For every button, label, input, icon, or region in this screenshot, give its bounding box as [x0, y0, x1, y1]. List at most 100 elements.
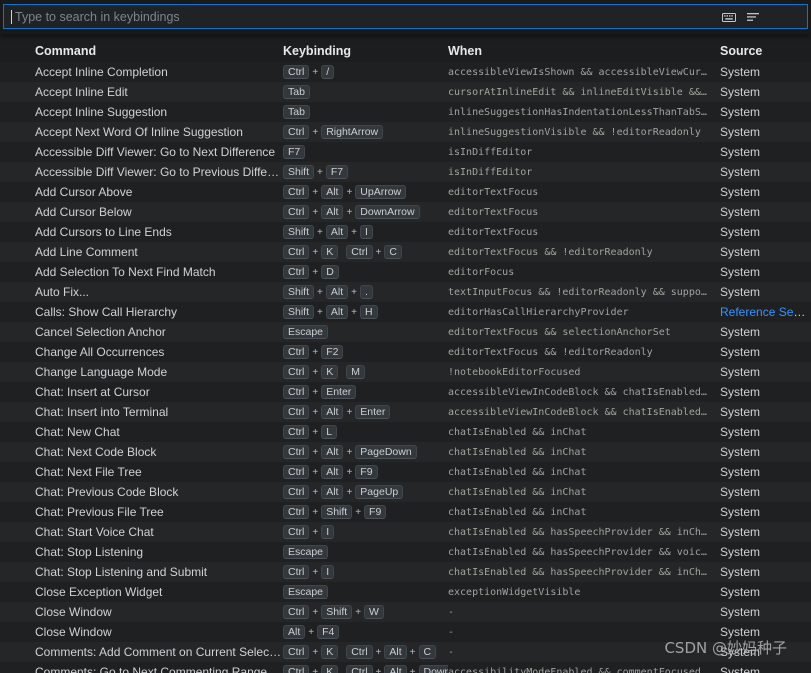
- keybindings-row[interactable]: Chat: Previous File Tree Ctrl + Shift + F9 cha…: [0, 502, 811, 522]
- keybindings-row[interactable]: Add Cursor Below Ctrl + Alt + DownArrow editor…: [0, 202, 811, 222]
- source-label: System: [720, 345, 761, 359]
- keybindings-row[interactable]: Change Language Mode Ctrl + K M !notebookEdit…: [0, 362, 811, 382]
- keybindings-row[interactable]: Chat: Stop Listening and Submit Ctrl + Icha…: [0, 562, 811, 582]
- key-separator: +: [351, 226, 357, 238]
- keybindings-row[interactable]: Chat: Insert into Terminal Ctrl + Alt + Enter…: [0, 402, 811, 422]
- key-separator: +: [312, 386, 319, 398]
- when-cell: chatIsEnabled && inChat: [448, 426, 587, 438]
- keybindings-row[interactable]: Close Exception Widget Escape exceptionWid…: [0, 582, 811, 602]
- keybindings-row[interactable]: Accept Inline Edit Tab cursorAtInlineEdit …: [0, 82, 811, 102]
- keybindings-row[interactable]: Accessible Diff Viewer: Go to Next Diffe…: [0, 142, 811, 162]
- keycap: Enter: [355, 405, 391, 419]
- keybindings-row[interactable]: Accept Inline Suggestion Tab inlineSuggest…: [0, 102, 811, 122]
- when-cell: editorHasCallHierarchyProvider: [448, 306, 629, 318]
- key-separator: +: [351, 286, 357, 298]
- sort-by-precedence-button[interactable]: [743, 7, 763, 27]
- keybinding-cell: Ctrl + Alt + DownArrow: [283, 205, 448, 219]
- keybindings-search-box[interactable]: Type to search in keybindings: [3, 4, 808, 29]
- keybindings-row[interactable]: Close Window Ctrl + Shift + W - System: [0, 602, 811, 622]
- keybindings-row[interactable]: Cancel Selection Anchor Escape editorTextF…: [0, 322, 811, 342]
- keycap: Shift: [321, 505, 353, 519]
- command-cell: Accessible Diff Viewer: Go to Next Diffe…: [35, 145, 276, 159]
- source-label: System: [720, 585, 761, 599]
- keybindings-row[interactable]: Comments: Go to Next Commenting Range Ctr…: [0, 662, 811, 673]
- when-cell: chatIsEnabled && inChat: [448, 506, 587, 518]
- source-label: System: [720, 645, 761, 659]
- keybinding-cell: Escape: [283, 585, 448, 599]
- command-cell: Chat: Stop Listening: [35, 545, 144, 559]
- keycap: F7: [325, 165, 349, 179]
- key-separator: +: [308, 626, 315, 638]
- keycap: Tab: [283, 85, 310, 99]
- key-separator: +: [317, 286, 323, 298]
- keybinding-cell: F7: [283, 145, 448, 159]
- keybindings-row[interactable]: Chat: Start Voice Chat Ctrl + IchatIsEnable…: [0, 522, 811, 542]
- keybindings-row[interactable]: Calls: Show Call Hierarchy Shift + Alt + Hedi…: [0, 302, 811, 322]
- keycap: /: [321, 65, 335, 79]
- keycap: Ctrl: [283, 605, 310, 619]
- source-label: System: [720, 545, 761, 559]
- key-separator: +: [346, 186, 353, 198]
- key-separator: +: [317, 226, 323, 238]
- when-cell: editorTextFocus && selectionAnchorSet: [448, 326, 671, 338]
- command-cell: Add Selection To Next Find Match: [35, 265, 216, 279]
- when-cell: chatIsEnabled && inChat: [448, 486, 587, 498]
- keycap: C: [384, 245, 402, 259]
- keybindings-row[interactable]: Add Line Comment Ctrl + K Ctrl + CeditorTextFo…: [0, 242, 811, 262]
- key-separator: +: [355, 606, 362, 618]
- keybindings-row[interactable]: Chat: Previous Code Block Ctrl + Alt + PageUp…: [0, 482, 811, 502]
- when-cell: chatIsEnabled && inChat: [448, 466, 587, 478]
- keybinding-cell: Shift + Alt + I: [283, 225, 448, 239]
- keybindings-row[interactable]: Chat: Next File Tree Ctrl + Alt + F9 chatIsEna…: [0, 462, 811, 482]
- keybindings-row[interactable]: Chat: Stop Listening Escape chatIsEnabled …: [0, 542, 811, 562]
- record-keys-button[interactable]: [719, 7, 739, 27]
- source-cell: System: [720, 405, 811, 419]
- when-cell: editorTextFocus && !editorReadonly: [448, 346, 653, 358]
- keycap: W: [364, 605, 384, 619]
- keybindings-row[interactable]: Accept Inline Completion Ctrl + / accessible…: [0, 62, 811, 82]
- key-separator: +: [375, 246, 382, 258]
- keybindings-row[interactable]: Chat: Insert at Cursor Ctrl + Enter accessib…: [0, 382, 811, 402]
- source-link[interactable]: Reference Search V…: [720, 305, 811, 319]
- source-label: System: [720, 505, 761, 519]
- source-label: System: [720, 605, 761, 619]
- sort-precedence-icon: [747, 12, 759, 21]
- when-cell: !notebookEditorFocused: [448, 366, 581, 378]
- header-when: When: [448, 44, 483, 58]
- keycap: Ctrl: [283, 65, 310, 79]
- keycap: F7: [283, 145, 306, 159]
- source-label: System: [720, 425, 761, 439]
- keybindings-row[interactable]: Add Cursors to Line Ends Shift + Alt + Iedito…: [0, 222, 811, 242]
- keycap: Shift: [283, 285, 315, 299]
- keybindings-row[interactable]: Accept Next Word Of Inline Suggestion Ctr…: [0, 122, 811, 142]
- when-cell: cursorAtInlineEdit && inlineEditVisible …: [448, 86, 720, 98]
- key-separator: +: [375, 646, 382, 658]
- source-label: System: [720, 445, 761, 459]
- keycap: Ctrl: [283, 505, 310, 519]
- keycap: Ctrl: [283, 425, 310, 439]
- keycap: Ctrl: [283, 405, 310, 419]
- keybindings-row[interactable]: Accessible Diff Viewer: Go to Previous D…: [0, 162, 811, 182]
- keybindings-row[interactable]: Auto Fix... Shift + Alt +. textInputFocus && …: [0, 282, 811, 302]
- keybinding-cell: Ctrl + I: [283, 525, 448, 539]
- header-keybinding: Keybinding: [283, 44, 352, 58]
- keybinding-cell: Shift + Alt +.: [283, 285, 448, 299]
- keybindings-row[interactable]: Comments: Add Comment on Current Selecti…: [0, 642, 811, 662]
- keybinding-cell: Escape: [283, 325, 448, 339]
- source-cell: System: [720, 525, 811, 539]
- keycap: Ctrl: [283, 245, 310, 259]
- keycap: Shift: [283, 305, 315, 319]
- keycap: PageDown: [355, 445, 417, 459]
- keybindings-row[interactable]: Close Window Alt + F4- System: [0, 622, 811, 642]
- source-cell: System: [720, 505, 811, 519]
- source-label: System: [720, 525, 761, 539]
- command-cell: Chat: Previous Code Block: [35, 485, 179, 499]
- keybindings-row[interactable]: Chat: New Chat Ctrl + LchatIsEnabled && inC…: [0, 422, 811, 442]
- keybinding-cell: Ctrl + Shift + W: [283, 605, 448, 619]
- keybindings-row[interactable]: Chat: Next Code Block Ctrl + Alt + PageDown ch…: [0, 442, 811, 462]
- keybindings-row[interactable]: Change All Occurrences Ctrl + F2 editorTextF…: [0, 342, 811, 362]
- source-cell: System: [720, 605, 811, 619]
- keybindings-row[interactable]: Add Selection To Next Find Match Ctrl + Ded…: [0, 262, 811, 282]
- keybindings-row[interactable]: Add Cursor Above Ctrl + Alt + UpArrow editorTe…: [0, 182, 811, 202]
- source-cell: System: [720, 485, 811, 499]
